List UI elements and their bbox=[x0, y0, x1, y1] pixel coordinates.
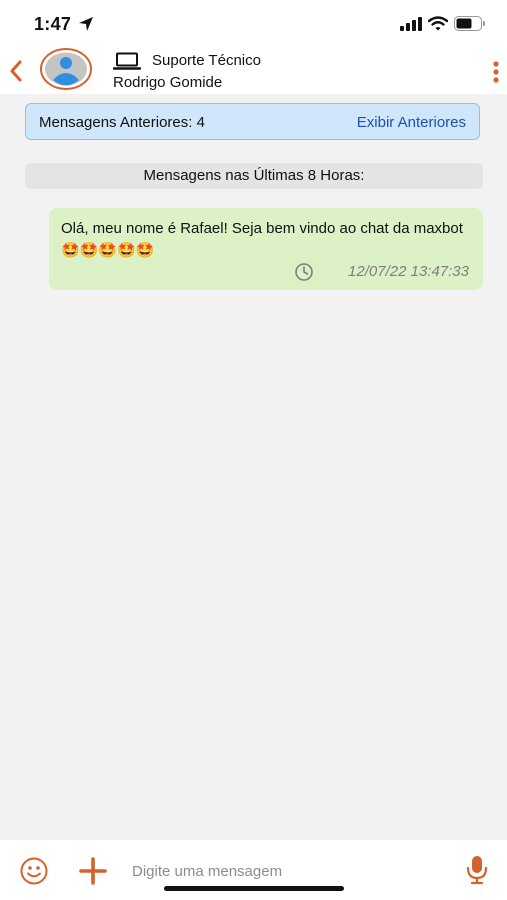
department-name: Suporte Técnico bbox=[152, 52, 261, 69]
user-avatar-icon[interactable] bbox=[40, 48, 92, 90]
battery-icon bbox=[454, 16, 485, 31]
chevron-left-icon[interactable] bbox=[6, 58, 26, 84]
message-composer bbox=[0, 840, 507, 900]
section-header: Mensagens nas Últimas 8 Horas: bbox=[25, 163, 483, 189]
message-bubble[interactable]: Olá, meu nome é Rafael! Seja bem vindo a… bbox=[49, 208, 483, 290]
message-timestamp: 12/07/22 13:47:33 bbox=[348, 263, 469, 280]
previous-messages-bar: Mensagens Anteriores: 4 Exibir Anteriore… bbox=[25, 103, 480, 140]
message-text: Olá, meu nome é Rafael! Seja bem vindo a… bbox=[61, 220, 463, 259]
more-vertical-icon[interactable] bbox=[486, 60, 506, 84]
wifi-icon bbox=[428, 16, 448, 31]
status-bar: 1:47 bbox=[0, 0, 507, 48]
chat-header: Suporte Técnico Rodrigo Gomide bbox=[0, 48, 507, 94]
microphone-icon[interactable] bbox=[466, 855, 488, 885]
emoji-icon[interactable] bbox=[20, 857, 48, 885]
show-previous-link[interactable]: Exibir Anteriores bbox=[357, 114, 466, 131]
location-arrow-icon bbox=[79, 17, 93, 31]
message-input[interactable] bbox=[130, 856, 454, 886]
previous-messages-count: Mensagens Anteriores: 4 bbox=[39, 114, 205, 131]
status-time: 1:47 bbox=[34, 14, 72, 34]
home-indicator bbox=[164, 886, 344, 891]
clock-icon bbox=[295, 263, 313, 281]
laptop-icon bbox=[113, 52, 141, 70]
cellular-signal-icon bbox=[400, 17, 422, 31]
agent-name: Rodrigo Gomide bbox=[113, 74, 223, 91]
plus-icon[interactable] bbox=[79, 857, 107, 885]
